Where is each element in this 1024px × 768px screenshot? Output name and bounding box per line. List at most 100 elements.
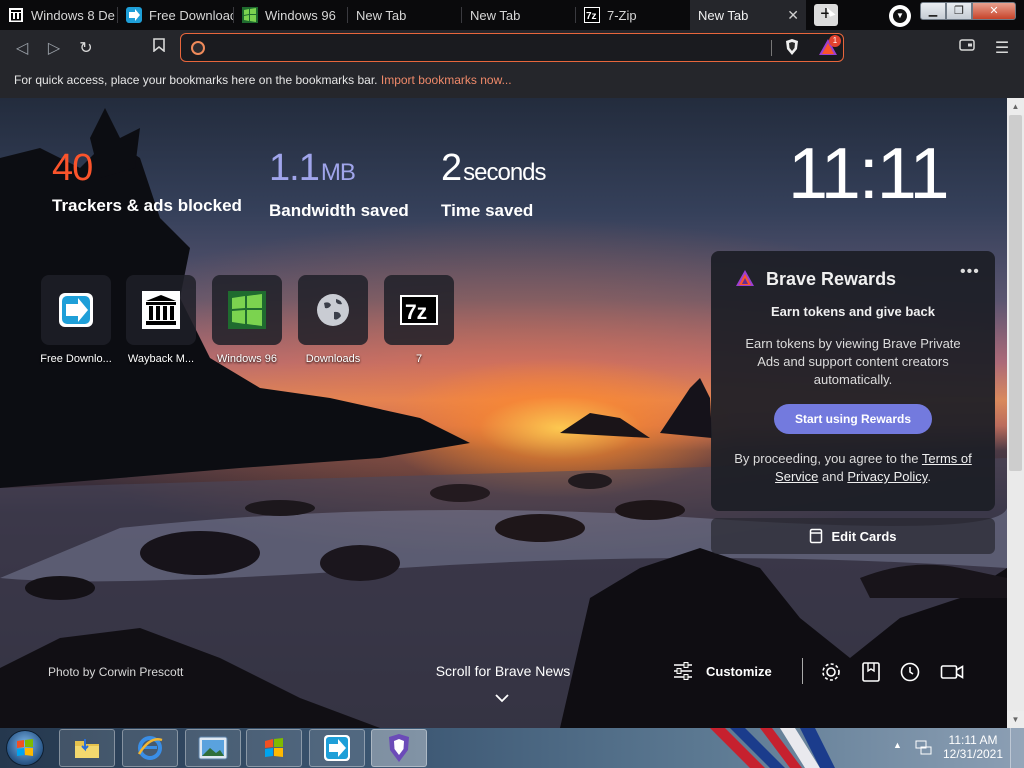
taskbar-media-player[interactable] — [246, 729, 302, 767]
clock-time: 11:11 AM — [948, 733, 998, 747]
tray-expand-icon[interactable]: ▲ — [893, 740, 902, 750]
chevron-down-icon: ▼ — [893, 9, 907, 23]
bandwidth-value: 1.1 — [269, 147, 320, 189]
sliders-icon — [674, 662, 692, 680]
archive-icon — [142, 291, 180, 329]
rewards-badge: 1 — [829, 35, 841, 47]
windows96-icon — [228, 291, 266, 329]
edit-cards-label: Edit Cards — [831, 528, 897, 544]
import-bookmarks-link[interactable]: Import bookmarks now... — [381, 73, 512, 87]
tab-free-download[interactable]: Free Downloac — [118, 0, 234, 30]
customize-button[interactable]: Customize — [672, 661, 772, 681]
folder-icon — [75, 739, 99, 758]
site-info-icon[interactable] — [191, 41, 205, 55]
bookmark-icon[interactable] — [149, 38, 169, 57]
tab-label: New Tab — [470, 7, 521, 23]
brave-shields-icon[interactable] — [783, 38, 801, 56]
rewards-title: Brave Rewards — [766, 269, 897, 289]
tab-new-2[interactable]: New Tab — [462, 0, 576, 30]
taskbar-free-download[interactable] — [309, 729, 365, 767]
bookmarks-icon[interactable] — [860, 661, 882, 683]
wallpaper-flag — [710, 728, 835, 768]
photo-credit: Photo by Corwin Prescott — [48, 665, 184, 679]
brave-news-label[interactable]: Scroll for Brave News — [420, 663, 586, 679]
scroll-down-icon[interactable]: ▼ — [1007, 711, 1024, 728]
7zip-icon: 7z — [400, 291, 438, 329]
tab-label: New Tab — [356, 7, 407, 23]
close-window-button[interactable]: ✕ — [972, 2, 1016, 20]
history-icon[interactable] — [899, 661, 921, 683]
screen: Windows 8 De Free Downloac Windows 96 Ne… — [0, 0, 1024, 768]
taskbar-explorer[interactable] — [59, 729, 115, 767]
bandwidth-label: Bandwidth saved — [269, 201, 409, 220]
tab-windows8[interactable]: Windows 8 De — [0, 0, 118, 30]
start-rewards-button[interactable]: Start using Rewards — [774, 404, 932, 434]
maximize-button[interactable]: ❐ — [946, 2, 972, 20]
trackers-count: 40 — [52, 147, 93, 189]
tab-label: New Tab — [698, 7, 749, 23]
cards-icon — [810, 528, 823, 544]
legal-period: . — [927, 469, 931, 484]
chevron-down-icon[interactable] — [495, 693, 509, 703]
video-call-icon[interactable] — [940, 661, 964, 683]
address-bar[interactable]: 1 — [180, 33, 844, 62]
bookmarks-bar: For quick access, place your bookmarks h… — [0, 66, 1024, 98]
scroll-thumb[interactable] — [1009, 115, 1022, 471]
clock-date: 12/31/2021 — [942, 747, 1004, 761]
tab-label: 7-Zip — [607, 7, 637, 23]
top-site-free-download[interactable]: Free Downlo... — [34, 275, 118, 365]
new-tab-page: 40 Trackers & ads blocked 1.1MB Bandwidt… — [0, 98, 1007, 728]
edit-cards-button[interactable]: Edit Cards — [711, 518, 995, 554]
network-icon[interactable] — [915, 739, 933, 755]
tab-7zip[interactable]: 7z 7-Zip — [576, 0, 690, 30]
privacy-link[interactable]: Privacy Policy — [847, 469, 927, 484]
taskbar-photo-viewer[interactable] — [185, 729, 241, 767]
taskbar-brave[interactable] — [371, 729, 427, 767]
profile-button[interactable]: ▼ — [889, 5, 911, 27]
settings-gear-icon[interactable] — [820, 661, 842, 683]
top-site-wayback[interactable]: Wayback M... — [119, 275, 203, 365]
rewards-legal: By proceeding, you agree to the Terms of… — [727, 450, 979, 486]
top-site-label: Wayback M... — [127, 353, 195, 365]
top-site-label: Windows 96 — [217, 353, 277, 365]
top-site-windows96[interactable]: Windows 96 — [205, 275, 289, 365]
globe-icon — [314, 291, 352, 329]
start-button[interactable] — [6, 730, 44, 766]
scroll-up-icon[interactable]: ▲ — [1007, 98, 1024, 115]
wallet-icon[interactable] — [957, 38, 977, 57]
menu-icon[interactable]: ☰ — [992, 38, 1012, 58]
legal-and: and — [822, 469, 844, 484]
arrow-app-icon — [324, 735, 350, 761]
brave-lion-icon — [389, 734, 409, 762]
more-options-icon[interactable]: ••• — [960, 263, 980, 281]
system-clock[interactable]: 11:11 AM 12/31/2021 — [940, 733, 1006, 761]
forward-icon[interactable]: ▷ — [44, 38, 64, 58]
top-site-downloads[interactable]: Downloads — [291, 275, 375, 365]
brave-rewards-card: Brave Rewards ••• Earn tokens and give b… — [711, 251, 995, 511]
arrow-app-icon — [126, 7, 142, 23]
reload-icon[interactable]: ↻ — [76, 38, 96, 58]
rewards-description: Earn tokens by viewing Brave Private Ads… — [745, 336, 961, 387]
photo-viewer-icon — [198, 736, 228, 760]
stat-time: 2seconds Time saved — [441, 148, 547, 221]
bandwidth-unit: MB — [320, 159, 356, 186]
time-unit: seconds — [463, 159, 546, 186]
show-desktop-button[interactable] — [1010, 728, 1024, 768]
taskbar-ie[interactable] — [122, 729, 178, 767]
minimize-button[interactable]: ▁ — [920, 2, 946, 20]
windows96-icon — [242, 7, 258, 23]
svg-text:7z: 7z — [586, 11, 597, 22]
tab-windows96[interactable]: Windows 96 — [234, 0, 348, 30]
url-input[interactable] — [211, 38, 771, 58]
svg-text:7z: 7z — [405, 301, 427, 324]
legal-prefix: By proceeding, you agree to the — [734, 451, 919, 466]
back-icon[interactable]: ◁ — [12, 38, 32, 58]
tab-new-1[interactable]: New Tab — [348, 0, 462, 30]
stat-trackers: 40 Trackers & ads blocked — [52, 148, 242, 216]
trackers-label: Trackers & ads blocked — [52, 196, 242, 215]
tab-new-active[interactable]: New Tab ✕ — [690, 0, 806, 30]
tab-close-icon[interactable]: ✕ — [787, 7, 799, 24]
top-site-7zip[interactable]: 7z 7 — [377, 275, 461, 365]
page-scrollbar[interactable]: ▲ ▼ — [1007, 98, 1024, 728]
7zip-icon: 7z — [584, 7, 600, 23]
